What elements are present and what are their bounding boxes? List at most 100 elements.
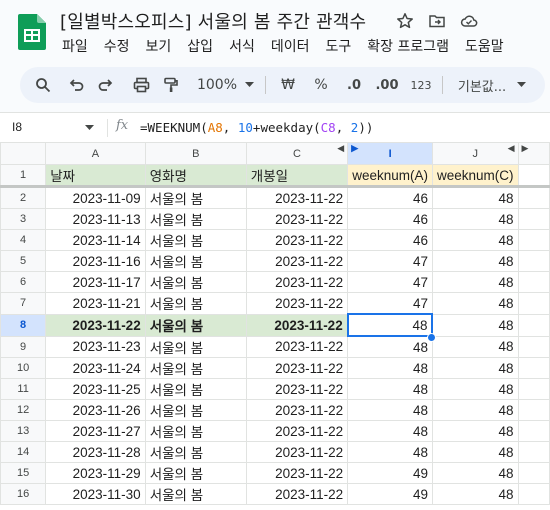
font-dropdown-icon[interactable]	[514, 67, 528, 103]
cell-release[interactable]: 2023-11-22	[245, 357, 349, 379]
row-header[interactable]: 15	[0, 462, 47, 484]
cell-movie[interactable]: 서울의 봄	[144, 250, 247, 272]
cell-date[interactable]: 2023-11-25	[45, 378, 146, 400]
cell-weeknum-c[interactable]: 48	[431, 313, 519, 337]
cell-weeknum-a[interactable]: 47	[347, 271, 433, 293]
cell-date[interactable]: 2023-11-13	[45, 208, 146, 230]
cell-movie[interactable]: 서울의 봄	[144, 399, 247, 421]
cell-date[interactable]: 2023-11-28	[45, 441, 146, 463]
column-header-j[interactable]: J ◀	[431, 142, 519, 165]
active-cell[interactable]: 48	[346, 313, 434, 337]
empty-cell[interactable]	[517, 335, 550, 358]
cell-date[interactable]: 2023-11-14	[45, 229, 146, 251]
cell-weeknum-a[interactable]: 47	[347, 250, 433, 272]
undo-icon[interactable]	[66, 67, 88, 103]
column-header-c[interactable]: C ◀	[245, 142, 349, 165]
percent-format-button[interactable]: %	[312, 67, 330, 103]
print-icon[interactable]	[130, 67, 152, 103]
cell-release[interactable]: 2023-11-22	[245, 186, 349, 209]
menu-edit[interactable]: 수정	[104, 36, 130, 56]
cell-release[interactable]: 2023-11-22	[245, 399, 349, 421]
row-header[interactable]: 3	[0, 208, 47, 230]
menu-view[interactable]: 보기	[146, 36, 172, 56]
row-header[interactable]: 7	[0, 292, 47, 315]
cell-weeknum-a[interactable]: 46	[347, 208, 433, 230]
column-header-b[interactable]: B	[144, 142, 247, 165]
empty-cell[interactable]	[517, 250, 550, 272]
menu-tools[interactable]: 도구	[325, 36, 351, 56]
number-format-button[interactable]: 123	[408, 67, 434, 103]
zoom-select[interactable]: 100%	[194, 67, 240, 103]
menu-file[interactable]: 파일	[62, 36, 88, 56]
cell-weeknum-c[interactable]: 48	[431, 229, 519, 251]
cell-movie[interactable]: 서울의 봄	[144, 292, 247, 315]
cell-release[interactable]: 2023-11-22	[245, 250, 349, 272]
cell-movie[interactable]: 서울의 봄	[144, 378, 247, 400]
row-header[interactable]: 12	[0, 399, 47, 421]
menu-data[interactable]: 데이터	[271, 36, 310, 56]
cloud-icon[interactable]	[460, 12, 478, 30]
move-folder-icon[interactable]	[428, 12, 446, 30]
font-select[interactable]: 기본값...	[452, 67, 512, 103]
column-header-i[interactable]: ▶ I	[347, 142, 433, 165]
cell-weeknum-c[interactable]: 48	[431, 399, 519, 421]
dropdown-icon[interactable]	[242, 67, 256, 103]
cell-release[interactable]: 2023-11-22	[245, 420, 349, 442]
cell-movie[interactable]: 서울의 봄	[144, 357, 247, 379]
sheets-logo-icon[interactable]	[18, 14, 46, 50]
cell-weeknum-a[interactable]: 46	[347, 229, 433, 251]
document-title[interactable]: [일별박스오피스] 서울의 봄 주간 관객수	[60, 8, 366, 34]
cell-weeknum-a[interactable]: 49	[347, 462, 433, 484]
cell-weeknum-a[interactable]: 48	[347, 441, 433, 463]
menu-insert[interactable]: 삽입	[187, 36, 213, 56]
cell-weeknum-a[interactable]: 48	[347, 420, 433, 442]
cell-date[interactable]: 2023-11-29	[45, 462, 146, 484]
row-header[interactable]: 10	[0, 357, 47, 379]
cell-weeknum-a[interactable]: 48	[347, 335, 433, 358]
menu-help[interactable]: 도움말	[465, 36, 504, 56]
cell-weeknum-c[interactable]: 48	[431, 420, 519, 442]
cell-weeknum-c[interactable]: 48	[431, 378, 519, 400]
cell-movie[interactable]: 서울의 봄	[144, 271, 247, 293]
cell-weeknum-c[interactable]: 48	[431, 483, 519, 505]
empty-cell[interactable]	[517, 483, 550, 505]
header-cell-weeknum-a[interactable]: weeknum(A)	[347, 164, 433, 188]
cell-release[interactable]: 2023-11-22	[245, 208, 349, 230]
cell-date[interactable]: 2023-11-24	[45, 357, 146, 379]
row-header[interactable]: 16	[0, 483, 47, 505]
row-header[interactable]: 8	[0, 313, 47, 337]
header-cell-date[interactable]: 날짜	[45, 164, 146, 188]
redo-icon[interactable]	[94, 67, 116, 103]
cell-movie[interactable]: 서울의 봄	[144, 483, 247, 505]
cell-movie[interactable]: 서울의 봄	[144, 229, 247, 251]
cell-movie[interactable]: 서울의 봄	[144, 462, 247, 484]
cell-date[interactable]: 2023-11-30	[45, 483, 146, 505]
cell-weeknum-c[interactable]: 48	[431, 292, 519, 315]
cell-date[interactable]: 2023-11-27	[45, 420, 146, 442]
cell-weeknum-c[interactable]: 48	[431, 335, 519, 358]
cell-weeknum-a[interactable]: 49	[347, 483, 433, 505]
cell-release[interactable]: 2023-11-22	[245, 462, 349, 484]
cell-weeknum-c[interactable]: 48	[431, 186, 519, 209]
cell-weeknum-c[interactable]: 48	[431, 250, 519, 272]
cell-release[interactable]: 2023-11-22	[245, 313, 349, 337]
header-cell-weeknum-c[interactable]: weeknum(C)	[431, 164, 519, 188]
row-header[interactable]: 13	[0, 420, 47, 442]
empty-cell[interactable]	[517, 271, 550, 293]
cell-date[interactable]: 2023-11-22	[45, 313, 146, 337]
decrease-decimal-button[interactable]: .0	[342, 67, 366, 103]
cell-release[interactable]: 2023-11-22	[245, 378, 349, 400]
cell-movie[interactable]: 서울의 봄	[144, 313, 247, 337]
cell-movie[interactable]: 서울의 봄	[144, 420, 247, 442]
empty-cell[interactable]	[517, 378, 550, 400]
empty-cell[interactable]	[517, 420, 550, 442]
formula-input[interactable]: =WEEKNUM(A8, 10+weekday(C8, 2))	[140, 120, 373, 135]
header-cell-release[interactable]: 개봉일	[245, 164, 349, 188]
cell-weeknum-a[interactable]: 46	[347, 186, 433, 209]
currency-format-button[interactable]: ₩	[278, 67, 298, 103]
hidden-columns-left-arrow-icon[interactable]: ◀	[337, 144, 344, 155]
hidden-columns-left-arrow-icon[interactable]: ◀	[508, 144, 515, 155]
cell-date[interactable]: 2023-11-23	[45, 335, 146, 358]
cell-movie[interactable]: 서울의 봄	[144, 335, 247, 358]
empty-cell[interactable]	[517, 441, 550, 463]
